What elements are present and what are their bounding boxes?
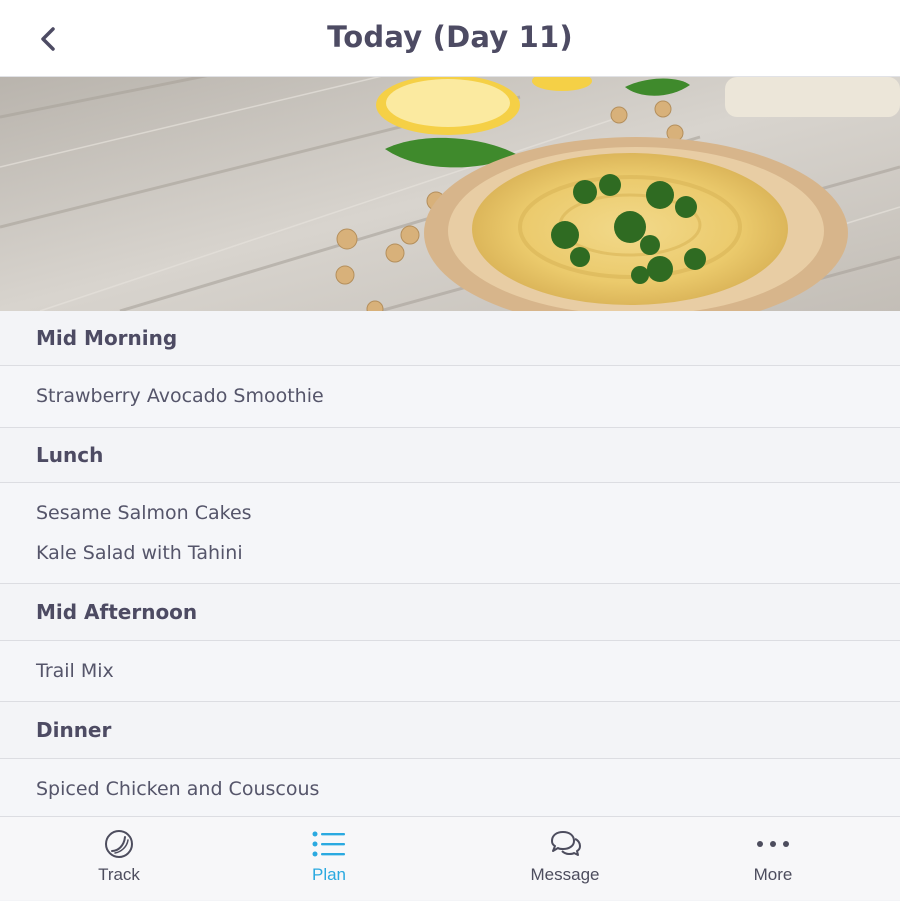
meal-header-mid-afternoon: Mid Afternoon [0, 584, 900, 641]
meal-header-dinner: Dinner [0, 702, 900, 759]
track-icon [102, 827, 136, 861]
meal-item[interactable]: Sesame Salmon Cakes [36, 493, 900, 533]
tab-label: Track [98, 865, 140, 884]
meal-items-mid-morning: Strawberry Avocado Smoothie [0, 366, 900, 428]
meal-items-dinner: Spiced Chicken and Couscous [0, 759, 900, 819]
tab-track[interactable]: Track [49, 817, 189, 901]
meal-item[interactable]: Kale Salad with Tahini [36, 533, 900, 573]
chat-icon [548, 827, 582, 861]
meal-items-lunch: Sesame Salmon Cakes Kale Salad with Tahi… [0, 483, 900, 584]
meal-header-mid-morning: Mid Morning [0, 311, 900, 366]
tab-label: Plan [311, 865, 347, 884]
meal-header-lunch: Lunch [0, 428, 900, 483]
more-dots-icon [756, 827, 790, 861]
bottom-tab-bar: Track Plan Message More [0, 816, 900, 900]
hero-food-image [0, 77, 900, 311]
page-title: Today (Day 11) [327, 20, 573, 54]
tab-more[interactable]: More [703, 817, 843, 901]
top-bar: Today (Day 11) [0, 0, 900, 77]
tab-label: More [753, 865, 793, 884]
tab-message[interactable]: Message [495, 817, 635, 901]
meal-plan-list: Mid Morning Strawberry Avocado Smoothie … [0, 311, 900, 819]
tab-plan[interactable]: Plan [259, 817, 399, 901]
list-icon [312, 827, 346, 861]
meal-items-mid-afternoon: Trail Mix [0, 641, 900, 702]
meal-item[interactable]: Spiced Chicken and Couscous [36, 769, 900, 809]
meal-item[interactable]: Trail Mix [36, 651, 900, 691]
tab-label: Message [530, 865, 600, 884]
meal-item[interactable]: Strawberry Avocado Smoothie [36, 376, 900, 416]
